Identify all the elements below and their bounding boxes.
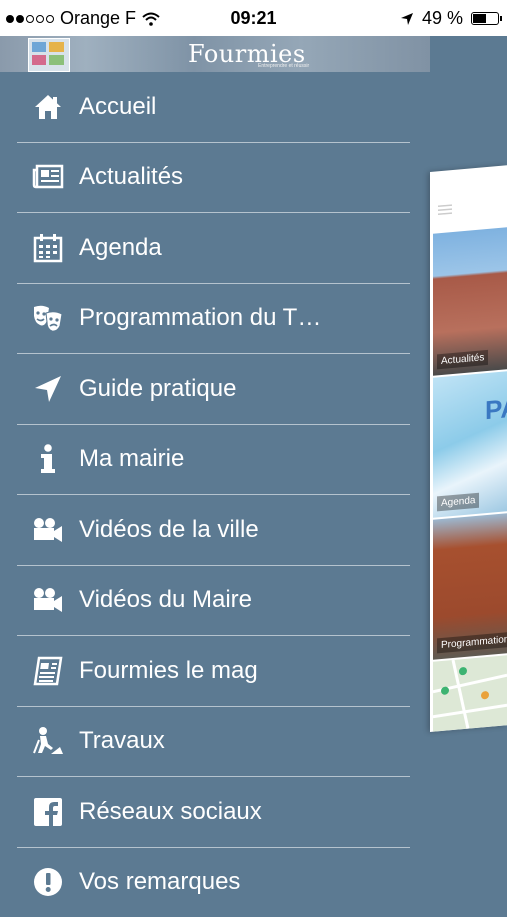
menu-item-travaux[interactable]: Travaux (17, 707, 410, 778)
magazine-icon (31, 654, 65, 688)
menu-item-videos-ville[interactable]: Vidéos de la ville (17, 495, 410, 566)
menu-item-ma-mairie[interactable]: Ma mairie (17, 425, 410, 496)
location-arrow-icon (31, 372, 65, 406)
side-menu: Accueil Actualités Agenda Programmation … (0, 72, 410, 917)
video-camera-icon (31, 583, 65, 617)
theater-masks-icon (31, 301, 65, 335)
menu-item-fourmies-le-mag[interactable]: Fourmies le mag (17, 636, 410, 707)
preview-tile-caption: Agenda (437, 493, 479, 512)
menu-item-label: Réseaux sociaux (79, 798, 262, 826)
preview-tile-agenda[interactable]: PA Agenda (433, 371, 507, 517)
menu-item-label: Fourmies le mag (79, 657, 258, 685)
menu-item-vos-remarques[interactable]: Vos remarques (17, 848, 410, 917)
hamburger-icon (438, 204, 452, 215)
preview-tile-programmation[interactable]: Programmation (433, 513, 507, 659)
menu-item-guide-pratique[interactable]: Guide pratique (17, 354, 410, 425)
menu-item-label: Vidéos du Maire (79, 586, 252, 614)
info-icon (31, 442, 65, 476)
menu-item-label: Programmation du T… (79, 304, 321, 332)
menu-item-label: Vos remarques (79, 868, 240, 896)
menu-item-label: Travaux (79, 727, 165, 755)
menu-item-programmation[interactable]: Programmation du T… (17, 284, 410, 355)
menu-item-label: Ma mairie (79, 445, 184, 473)
menu-item-videos-maire[interactable]: Vidéos du Maire (17, 566, 410, 637)
newspaper-thumbnail (28, 38, 70, 72)
menu-item-label: Agenda (79, 234, 162, 262)
preview-tile-map[interactable] (433, 655, 507, 731)
calendar-icon (31, 231, 65, 265)
home-icon (31, 90, 65, 124)
menu-item-agenda[interactable]: Agenda (17, 213, 410, 284)
menu-item-actualites[interactable]: Actualités (17, 143, 410, 214)
menu-item-label: Vidéos de la ville (79, 516, 259, 544)
menu-item-reseaux-sociaux[interactable]: Réseaux sociaux (17, 777, 410, 848)
newspaper-icon (31, 160, 65, 194)
battery-icon (471, 12, 499, 25)
video-camera-icon (31, 513, 65, 547)
status-bar: Orange F 09:21 49 % (0, 0, 507, 36)
battery-percentage: 49 % (422, 8, 463, 29)
menu-header-banner: Fourmies Entreprendre et réussir (0, 36, 430, 72)
preview-tile-caption: Programmation (437, 632, 507, 654)
location-services-icon (400, 12, 414, 26)
menu-item-accueil[interactable]: Accueil (17, 72, 410, 143)
menu-item-label: Actualités (79, 163, 183, 191)
exclamation-icon (31, 865, 65, 899)
preview-tile-caption: Actualités (437, 350, 488, 369)
map-pins-icon (433, 655, 507, 731)
menu-item-label: Guide pratique (79, 375, 236, 403)
main-screen-preview[interactable]: Actualités PA Agenda Programmation (430, 165, 507, 732)
preview-tile-actualites[interactable]: Actualités (433, 227, 507, 375)
logo-tagline: Entreprendre et réussir (258, 63, 309, 69)
facebook-icon (31, 795, 65, 829)
menu-item-label: Accueil (79, 93, 156, 121)
preview-decoration-text: PA (485, 392, 507, 426)
roadwork-icon (31, 724, 65, 758)
